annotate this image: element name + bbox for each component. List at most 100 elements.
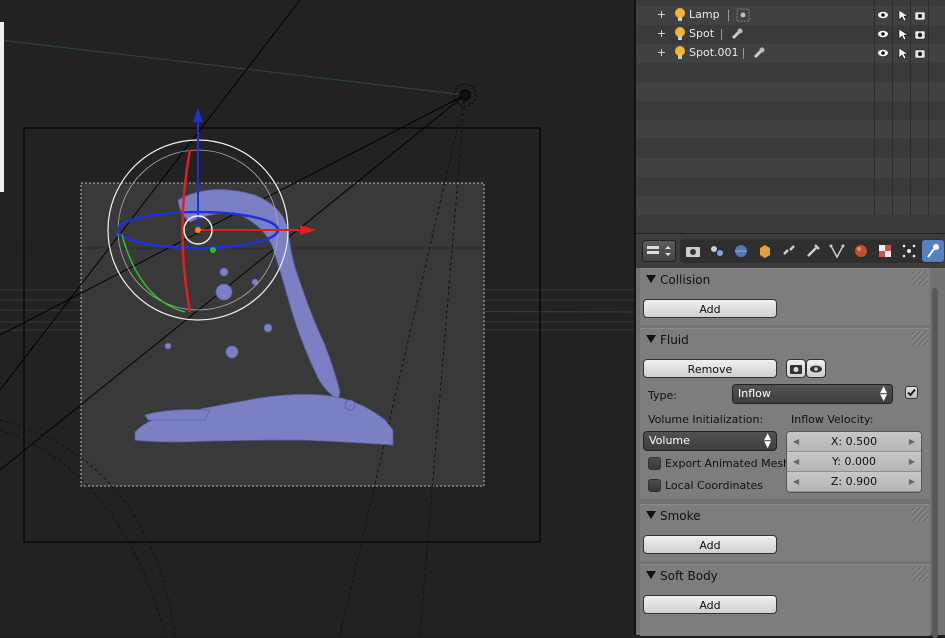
collapse-triangle-icon[interactable]	[646, 511, 656, 519]
outliner-row[interactable]: + Lamp	[636, 6, 945, 25]
collapse-triangle-icon[interactable]	[646, 335, 656, 343]
world-icon[interactable]	[754, 240, 776, 262]
expand-icon[interactable]: +	[656, 47, 667, 58]
data-icon[interactable]	[850, 240, 872, 262]
outliner-empty-row	[636, 158, 945, 177]
spot-data-icon[interactable]	[752, 46, 766, 60]
outliner-empty-row	[636, 63, 945, 82]
properties-editor-icon	[647, 246, 671, 256]
eye-icon[interactable]	[877, 9, 889, 21]
velocity-x-field[interactable]: ◀ X: 0.500 ▶	[787, 432, 921, 452]
expand-icon[interactable]: +	[656, 28, 667, 39]
lamp-icon	[675, 27, 685, 40]
fluid-panel-header[interactable]: Fluid	[640, 329, 930, 353]
inflow-velocity-vector: ◀ X: 0.500 ▶ ◀ Y: 0.000 ▶ ◀ Z: 0.900 ▶	[786, 431, 922, 493]
inflow-velocity-label: Inflow Velocity:	[791, 413, 874, 426]
render-camera-icon[interactable]	[914, 28, 926, 40]
drag-grip-icon[interactable]	[912, 567, 928, 581]
volume-init-label: Volume Initialization:	[648, 413, 764, 426]
decrement-arrow-icon[interactable]: ◀	[793, 452, 799, 472]
velocity-y-field[interactable]: ◀ Y: 0.000 ▶	[787, 452, 921, 472]
outliner[interactable]: + Lamp + Spot + Spot.001	[636, 0, 945, 233]
field-value: Y: 0.000	[832, 455, 876, 468]
fluid-type-dropdown[interactable]: Inflow ▲ ▼	[732, 384, 893, 404]
spot-data-icon[interactable]	[730, 27, 744, 41]
object-name[interactable]: Lamp	[689, 8, 720, 21]
outliner-row[interactable]: + Spot.001	[636, 44, 945, 63]
lamp-data-icon[interactable]	[736, 8, 750, 22]
checkmark-icon	[907, 388, 916, 397]
properties-scrollbar[interactable]	[930, 270, 940, 638]
collapse-triangle-icon[interactable]	[646, 275, 656, 283]
soft-body-add-button[interactable]: Add	[643, 595, 777, 614]
increment-arrow-icon[interactable]: ▶	[909, 452, 915, 472]
panel-title: Collision	[660, 273, 711, 287]
velocity-z-field[interactable]: ◀ Z: 0.900 ▶	[787, 472, 921, 492]
cursor-icon[interactable]	[897, 28, 909, 40]
increment-arrow-icon[interactable]: ▶	[909, 432, 915, 452]
material-icon[interactable]	[874, 240, 896, 262]
render-camera-icon	[790, 365, 802, 374]
viewport-scene	[0, 0, 634, 635]
export-mesh-checkbox[interactable]	[648, 457, 661, 470]
fluid-enabled-checkbox[interactable]	[905, 386, 918, 399]
editor-type-button[interactable]	[642, 240, 676, 262]
lamp-icon	[675, 8, 685, 21]
viewport-overlay-panel	[0, 22, 4, 192]
object-name[interactable]: Spot	[689, 27, 714, 40]
fluid-remove-button[interactable]: Remove	[643, 359, 777, 378]
render-camera-icon[interactable]	[914, 47, 926, 59]
eye-icon	[810, 365, 822, 373]
cursor-icon[interactable]	[897, 9, 909, 21]
export-mesh-label[interactable]: Export Animated Mesh	[665, 457, 790, 470]
outliner-empty-row	[636, 139, 945, 158]
panel-title: Fluid	[660, 333, 689, 347]
expand-icon[interactable]: +	[656, 9, 667, 20]
object-icon[interactable]	[778, 240, 800, 262]
soft-body-panel: Soft Body Add	[640, 564, 930, 636]
outliner-row[interactable]: + Spot	[636, 25, 945, 44]
smoke-panel: Smoke Add	[640, 504, 930, 561]
properties-editor[interactable]: Collision Add Fluid Remove Type: Inflow …	[636, 268, 945, 636]
drag-grip-icon[interactable]	[912, 271, 928, 285]
eye-icon[interactable]	[877, 28, 889, 40]
render-camera-icon[interactable]	[914, 9, 926, 21]
outliner-empty-row	[636, 101, 945, 120]
3d-viewport[interactable]	[0, 0, 634, 635]
scene-icon[interactable]	[730, 240, 752, 262]
smoke-add-button[interactable]: Add	[643, 535, 777, 554]
panel-title: Smoke	[660, 509, 701, 523]
render-toggle-button[interactable]	[786, 359, 806, 378]
object-name[interactable]: Spot.001	[689, 46, 739, 59]
scrollbar-thumb[interactable]	[932, 288, 938, 638]
increment-arrow-icon[interactable]: ▶	[909, 472, 915, 492]
local-coords-checkbox[interactable]	[648, 479, 661, 492]
local-coords-label[interactable]: Local Coordinates	[665, 479, 763, 492]
cursor-icon[interactable]	[897, 47, 909, 59]
viewport-toggle-button[interactable]	[806, 359, 826, 378]
type-label: Type:	[648, 389, 677, 402]
collision-add-button[interactable]: Add	[643, 299, 777, 318]
decrement-arrow-icon[interactable]: ◀	[793, 472, 799, 492]
drag-grip-icon[interactable]	[912, 331, 928, 345]
soft-body-panel-header[interactable]: Soft Body	[640, 565, 930, 589]
decrement-arrow-icon[interactable]: ◀	[793, 432, 799, 452]
physics-icon[interactable]	[922, 240, 944, 262]
eye-icon[interactable]	[877, 47, 889, 59]
volume-init-dropdown[interactable]: Volume ▲ ▼	[643, 431, 777, 451]
field-value: X: 0.500	[830, 435, 878, 448]
collision-panel-header[interactable]: Collision	[640, 269, 930, 293]
render-layers-icon[interactable]	[706, 240, 728, 262]
outliner-empty-row	[636, 177, 945, 196]
texture-icon[interactable]	[898, 240, 920, 262]
collision-panel: Collision Add	[640, 268, 930, 325]
smoke-panel-header[interactable]: Smoke	[640, 505, 930, 529]
collapse-triangle-icon[interactable]	[646, 571, 656, 579]
drag-grip-icon[interactable]	[912, 507, 928, 521]
outliner-empty-row	[636, 82, 945, 101]
modifiers-icon[interactable]	[826, 240, 848, 262]
outliner-empty-row	[636, 196, 945, 215]
render-icon[interactable]	[682, 240, 704, 262]
constraints-icon[interactable]	[802, 240, 824, 262]
lamp-icon	[675, 46, 685, 59]
